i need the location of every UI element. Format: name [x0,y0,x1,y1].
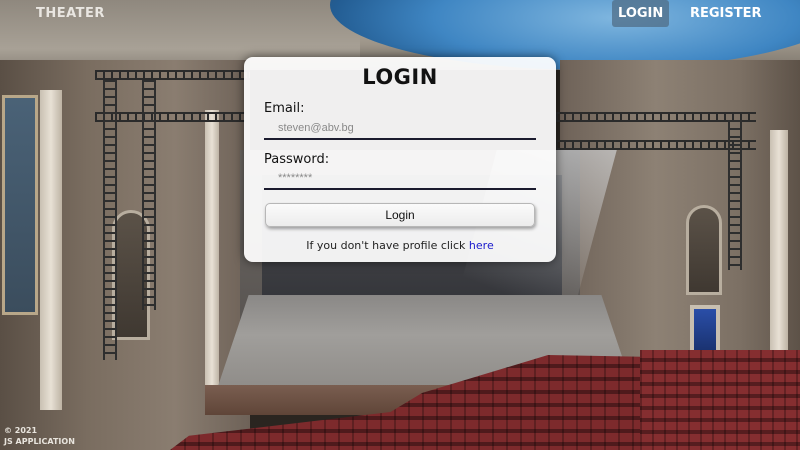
right-lighting-truss-lower [556,140,756,150]
password-field[interactable] [264,168,536,190]
register-prompt: If you don't have profile click here [244,239,556,252]
left-pillar [40,90,62,410]
left-lighting-truss-lower [95,112,245,122]
footer: © 2021 JS APPLICATION [4,425,75,447]
nav-login-link[interactable]: LOGIN [612,0,670,27]
footer-copyright: © 2021 [4,426,38,435]
footer-app-name: JS APPLICATION [4,437,75,446]
right-arch-window [686,205,722,295]
brand-link[interactable]: THEATER [36,6,105,21]
left-inner-pillar [205,110,219,410]
left-ladder [103,80,117,360]
left-lighting-truss [95,70,250,80]
left-ladder-2 [142,80,156,310]
right-lighting-truss [556,112,756,122]
audience-seats-right [640,350,800,450]
login-card: LOGIN Email: Password: Login If you don'… [244,57,556,262]
register-prompt-text: If you don't have profile click [306,239,469,252]
login-submit-button[interactable]: Login [265,203,535,227]
register-here-link[interactable]: here [469,239,494,252]
right-door [690,305,720,355]
top-navigation: THEATER LOGIN REGISTER [0,0,800,30]
right-ladder [728,120,742,270]
email-field[interactable] [264,118,536,140]
left-decorative-panel [2,95,38,315]
login-title: LOGIN [362,65,438,89]
password-label: Password: [264,152,330,167]
nav-register-link[interactable]: REGISTER [684,0,768,27]
email-label: Email: [264,101,305,116]
